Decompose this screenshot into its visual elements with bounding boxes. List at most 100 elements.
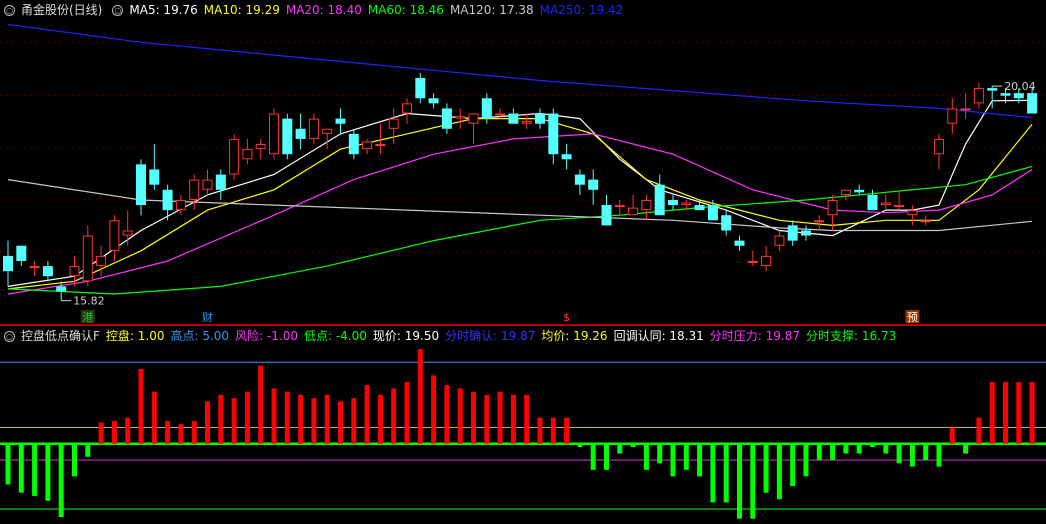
top-legend-item: MA60: 18.46 <box>367 3 444 17</box>
candle-body <box>960 108 971 111</box>
oscillator-bar <box>244 391 250 444</box>
event-marker: 财 <box>202 310 213 324</box>
oscillator-bar <box>963 443 969 454</box>
candle-body <box>441 108 452 129</box>
indicator-toggle-icon[interactable]: ○ <box>4 5 15 16</box>
oscillator-bar <box>32 443 38 496</box>
candle-body <box>175 199 186 211</box>
oscillator-bar <box>284 391 290 444</box>
candle-body <box>96 255 107 267</box>
candle-body <box>255 144 266 150</box>
oscillator-bar <box>776 443 782 500</box>
oscillator-bar <box>377 394 383 444</box>
oscillator-bar <box>710 443 716 503</box>
bottom-legend-item: 风险: -1.00 <box>235 329 298 343</box>
event-marker: 预 <box>907 311 918 324</box>
candle-body <box>548 113 559 155</box>
candle-body <box>162 189 173 211</box>
bottom-legend-item: 控盘: 1.00 <box>105 329 165 343</box>
oscillator-bar <box>58 443 64 518</box>
bottom-legend-item: 现价: 19.50 <box>372 329 440 343</box>
oscillator-bar <box>949 427 955 444</box>
candle-body <box>894 205 905 208</box>
candle-body <box>82 235 93 282</box>
candle-body <box>29 266 40 269</box>
oscillator-bar <box>550 417 556 444</box>
candle-body <box>761 255 772 267</box>
bottom-legend-item: 低点: -4.00 <box>303 329 367 343</box>
oscillator-bar <box>85 443 91 457</box>
candle-body <box>455 116 466 119</box>
candle-body <box>840 189 851 195</box>
bottom-legend-item: 均价: 19.26 <box>541 329 608 343</box>
candle-body <box>362 141 373 150</box>
oscillator-bar <box>497 391 503 444</box>
candle-body <box>641 199 652 211</box>
candle-body <box>468 113 479 124</box>
candle-body <box>415 77 426 99</box>
oscillator-bar <box>604 443 609 470</box>
oscillator-bar <box>151 391 157 444</box>
bottom-legend-item: 分时确认: 19.87 <box>445 329 536 343</box>
oscillator-bar <box>431 375 437 444</box>
candle-body <box>69 266 80 277</box>
oscillator-bar <box>989 381 995 444</box>
candle-body <box>402 103 412 114</box>
high-price-label: 20.04 <box>1004 80 1035 93</box>
candle-body <box>56 286 67 292</box>
candle-body <box>189 179 200 200</box>
oscillator-chart[interactable] <box>0 326 1046 524</box>
event-marker: 港 <box>82 311 93 324</box>
oscillator-bar <box>338 401 343 444</box>
candle-body <box>668 199 678 206</box>
oscillator-bar <box>763 443 769 493</box>
candle-body <box>681 202 692 206</box>
oscillator-bar <box>18 443 24 493</box>
bottom-legend-item: 回调认同: 18.31 <box>613 329 704 343</box>
oscillator-bar <box>98 422 104 444</box>
oscillator-bar <box>923 443 929 461</box>
stock-name-label: 甬金股份(日线) <box>21 3 103 17</box>
oscillator-bar <box>803 443 809 477</box>
oscillator-bar <box>324 394 330 444</box>
oscillator-bar <box>936 443 942 467</box>
oscillator-bar <box>351 398 357 444</box>
candle-body <box>721 215 732 231</box>
bottom-legend-item: 分时压力: 19.87 <box>709 329 800 343</box>
oscillator-bar <box>790 443 796 487</box>
top-legend-item: MA250: 19.42 <box>539 3 624 17</box>
candle-body <box>229 138 240 175</box>
oscillator-bar <box>364 385 370 444</box>
oscillator-bar <box>510 394 516 444</box>
indicator-settings-icon[interactable]: ○ <box>112 5 124 16</box>
candle-body <box>707 205 718 221</box>
oscillator-bar <box>976 417 982 444</box>
candle-body <box>481 98 492 119</box>
candle-body <box>654 184 665 216</box>
ma-line-ma10 <box>7 117 1033 290</box>
candle-body <box>574 174 585 185</box>
oscillator-bar <box>45 443 51 501</box>
indicator-toggle-icon[interactable]: ○ <box>4 331 15 342</box>
candle-body <box>973 88 984 104</box>
oscillator-bar <box>457 388 463 444</box>
candle-body <box>827 199 838 216</box>
candle-body <box>521 121 532 124</box>
candle-body <box>854 189 865 193</box>
candle-body <box>282 118 293 155</box>
candlestick-chart[interactable]: 15.82 20.04 港 财 $ 预 <box>0 0 1046 324</box>
oscillator-bar <box>577 443 583 448</box>
oscillator-bar <box>311 398 317 444</box>
candle-body <box>136 164 146 206</box>
oscillator-bar <box>657 443 663 464</box>
candle-body <box>1027 93 1038 114</box>
candle-body <box>867 194 878 211</box>
candle-body <box>428 98 439 104</box>
candle-body <box>747 260 758 263</box>
oscillator-bar <box>630 443 636 448</box>
candle-body <box>495 113 506 116</box>
main-chart-legend: ○ 甬金股份(日线) ○ MA5: 19.76 MA10: 19.29 MA20: 18.… <box>0 0 629 20</box>
oscillator-bar <box>670 443 676 477</box>
oscillator-bar <box>471 391 476 444</box>
candle-body <box>322 128 333 134</box>
